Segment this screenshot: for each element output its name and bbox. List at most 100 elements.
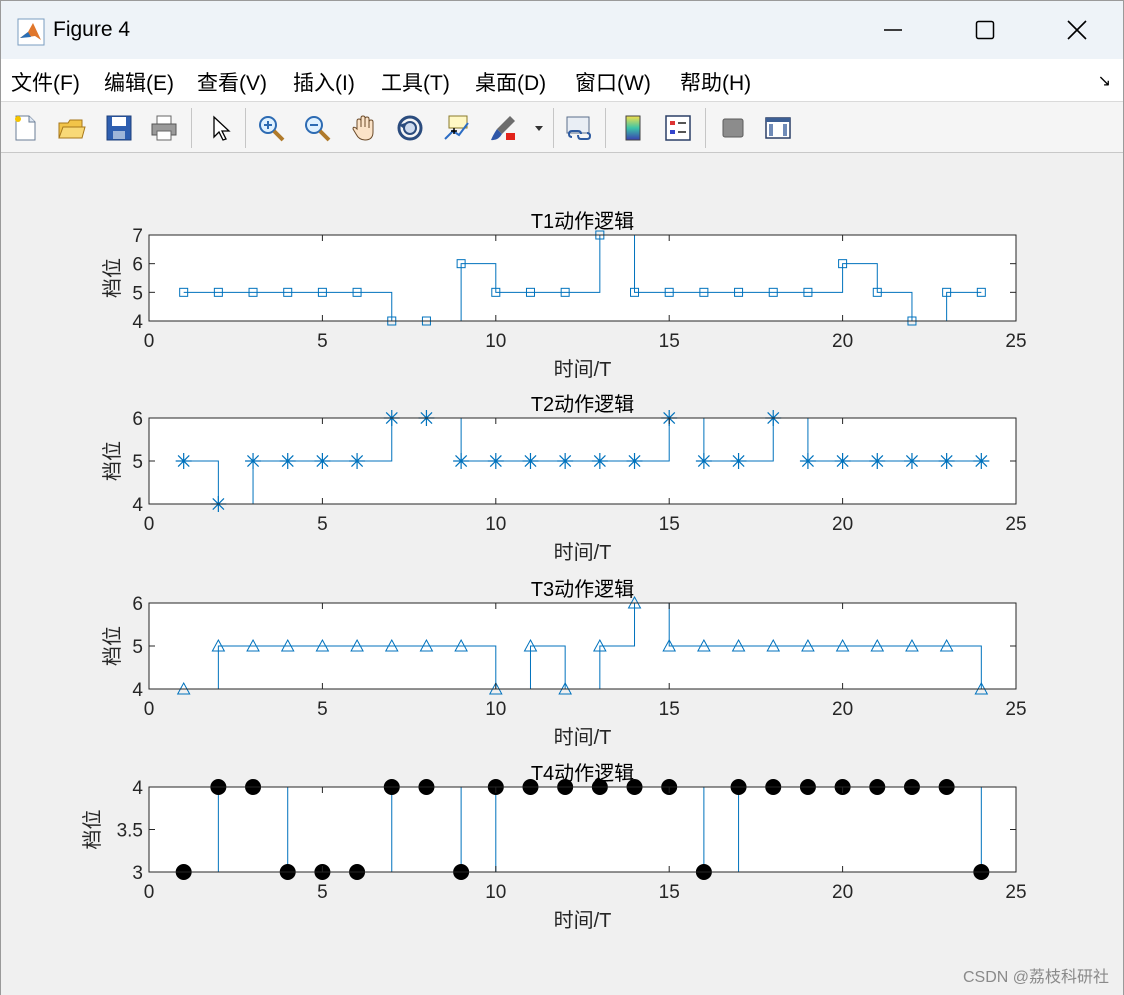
brush-dropdown-button[interactable] [529, 110, 549, 146]
colorbar-icon [625, 115, 641, 141]
zoom-out-button[interactable] [299, 110, 335, 146]
data-point-marker [557, 453, 574, 469]
title-bar[interactable]: Figure 4 [1, 1, 1123, 59]
edit-pointer-button[interactable] [202, 110, 238, 146]
axes-background [149, 235, 1016, 321]
data-point-marker [799, 453, 816, 469]
y-tick-label: 3.5 [117, 821, 143, 842]
hide-plot-tools-button[interactable] [715, 110, 751, 146]
x-tick-label: 20 [832, 514, 853, 535]
y-tick-label: 4 [132, 680, 143, 701]
subplot-3[interactable]: 0 5 10 15 20 25 4 5 6 T3动作逻辑时间/T 档位 [101, 578, 1027, 749]
subplots-canvas[interactable]: 0 5 10 15 20 25 4 5 6 7 T1动作逻辑时间/T 档位 0 5 10 15 20 25 4 5 6 T… [1, 154, 1123, 995]
x-tick-label: 15 [659, 331, 680, 352]
toolbar-separator [191, 108, 192, 148]
data-point-marker [626, 453, 643, 469]
x-tick-label: 0 [144, 882, 155, 903]
y-tick-label: 5 [132, 452, 143, 473]
x-tick-label: 0 [144, 514, 155, 535]
x-tick-label: 10 [485, 514, 506, 535]
data-point-marker [869, 453, 886, 469]
x-tick-label: 25 [1005, 882, 1026, 903]
legend-icon [665, 115, 691, 141]
x-tick-label: 15 [659, 882, 680, 903]
x-tick-label: 25 [1005, 514, 1026, 535]
figure-window: Figure 4 文件(F) 编辑(E) 查看(V) 插入(I) 工具(T) 桌… [0, 0, 1124, 995]
x-axis-label: 时间/T [554, 541, 612, 564]
x-tick-label: 10 [485, 699, 506, 720]
close-button[interactable] [1031, 1, 1123, 59]
minimize-button[interactable] [847, 1, 939, 59]
open-file-icon [58, 119, 86, 139]
x-tick-label: 25 [1005, 699, 1026, 720]
y-axis-label: 档位 [101, 441, 124, 481]
menu-bar: 文件(F) 编辑(E) 查看(V) 插入(I) 工具(T) 桌面(D) 窗口(W… [1, 59, 1123, 101]
x-tick-label: 5 [317, 699, 328, 720]
hide-plot-tools-icon [722, 118, 744, 138]
y-axis-label: 档位 [101, 626, 124, 666]
link-plot-icon [566, 116, 592, 140]
data-cursor-icon [444, 115, 469, 140]
new-figure-button[interactable] [7, 110, 43, 146]
brush-button[interactable] [485, 110, 521, 146]
menu-tools[interactable]: 工具(T) [381, 67, 450, 97]
legend-button[interactable] [660, 110, 696, 146]
maximize-icon [975, 20, 995, 40]
toolbar-separator [245, 108, 246, 148]
save-button[interactable] [101, 110, 137, 146]
subplot-title: T3动作逻辑 [531, 578, 634, 601]
zoom-in-button[interactable] [253, 110, 289, 146]
subplot-2[interactable]: 0 5 10 15 20 25 4 5 6 T2动作逻辑时间/T 档位 [101, 393, 1027, 564]
watermark: CSDN @荔枝科研社 [962, 969, 1109, 986]
x-tick-label: 5 [317, 331, 328, 352]
menu-edit[interactable]: 编辑(E) [104, 67, 174, 97]
show-plot-tools-icon [765, 117, 791, 139]
subplot-4[interactable]: 0 5 10 15 20 25 3 3.5 4 T4动作逻辑时间/T 档位 [81, 762, 1027, 932]
matlab-logo-icon [17, 18, 45, 46]
data-point-marker [279, 453, 296, 469]
data-point-marker [695, 453, 712, 469]
minimize-icon [884, 29, 902, 31]
y-tick-label: 4 [132, 312, 143, 333]
pan-button[interactable] [346, 110, 382, 146]
toolbar-separator [705, 108, 706, 148]
toolbar-separator [553, 108, 554, 148]
print-button[interactable] [146, 110, 182, 146]
link-plot-button[interactable] [561, 110, 597, 146]
x-tick-label: 15 [659, 699, 680, 720]
menu-file[interactable]: 文件(F) [11, 67, 80, 97]
open-file-button[interactable] [53, 110, 89, 146]
data-cursor-button[interactable] [438, 110, 474, 146]
x-tick-label: 15 [659, 514, 680, 535]
subplot-1[interactable]: 0 5 10 15 20 25 4 5 6 7 T1动作逻辑时间/T 档位 [101, 210, 1027, 381]
figure-canvas: 0 5 10 15 20 25 4 5 6 7 T1动作逻辑 时间/T 档位 0 5 10 15 20 25 4 5 6 T… [1, 154, 1123, 995]
maximize-button[interactable] [939, 1, 1031, 59]
menu-window[interactable]: 窗口(W) [575, 67, 651, 97]
menu-insert[interactable]: 插入(I) [293, 67, 355, 97]
chevron-down-icon [535, 126, 543, 131]
y-axis-label: 档位 [101, 258, 124, 298]
y-tick-label: 7 [132, 226, 143, 247]
pan-hand-icon [352, 115, 374, 141]
show-plot-tools-button[interactable] [760, 110, 796, 146]
data-point-marker [938, 453, 955, 469]
y-tick-label: 3 [132, 863, 143, 884]
rotate-3d-icon [397, 115, 423, 141]
save-icon [106, 115, 132, 141]
colorbar-button[interactable] [615, 110, 651, 146]
rotate-3d-button[interactable] [392, 110, 428, 146]
figure-toolbar [1, 101, 1123, 153]
menu-view[interactable]: 查看(V) [197, 67, 267, 97]
data-point-marker [591, 453, 608, 469]
data-point-marker [834, 453, 851, 469]
data-point-marker [314, 453, 331, 469]
x-tick-label: 5 [317, 882, 328, 903]
menu-desktop[interactable]: 桌面(D) [475, 67, 546, 97]
zoom-out-icon [305, 116, 331, 142]
data-point-marker [522, 453, 539, 469]
x-tick-label: 5 [317, 514, 328, 535]
menu-help[interactable]: 帮助(H) [680, 67, 751, 97]
dock-arrow-icon[interactable]: ↘ [1098, 71, 1111, 91]
zoom-in-icon [259, 116, 285, 142]
y-axis-label: 档位 [81, 810, 104, 850]
